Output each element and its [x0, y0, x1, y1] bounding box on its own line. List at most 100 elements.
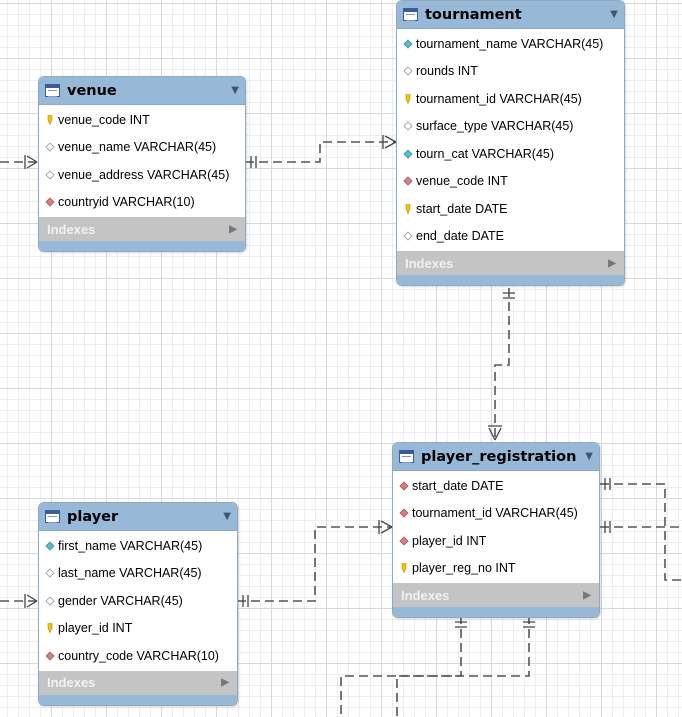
column-row[interactable]: start_date DATE [397, 195, 624, 223]
relationship-line-player-registration-right-1 [600, 483, 682, 581]
column-icon [403, 231, 413, 241]
table-header[interactable]: player ▼ [39, 503, 237, 531]
column-label: tournament_id VARCHAR(45) [416, 91, 582, 106]
column-row[interactable]: gender VARCHAR(45) [39, 587, 237, 615]
column-row[interactable]: player_id INT [393, 527, 599, 555]
column-label: venue_address VARCHAR(45) [58, 167, 230, 182]
column-row[interactable]: surface_type VARCHAR(45) [397, 113, 624, 141]
table-title: venue [67, 82, 117, 99]
foreign-key-icon [399, 481, 409, 491]
collapse-arrow-icon[interactable]: ▼ [610, 9, 618, 20]
relationship-line-player-player-registration [237, 526, 392, 602]
indexes-section[interactable]: Indexes ▶ [393, 583, 599, 607]
column-row[interactable]: tournament_id VARCHAR(45) [393, 500, 599, 528]
column-label: rounds INT [416, 64, 478, 79]
column-row[interactable]: venue_address VARCHAR(45) [39, 161, 245, 189]
column-label: gender VARCHAR(45) [58, 593, 183, 608]
column-icon [45, 596, 55, 606]
foreign-key-icon [45, 651, 55, 661]
column-label: end_date DATE [416, 229, 505, 244]
table-title: player [67, 508, 119, 525]
indexes-section[interactable]: Indexes ▶ [397, 251, 624, 275]
column-row[interactable]: start_date DATE [393, 472, 599, 500]
table-header[interactable]: venue ▼ [39, 77, 245, 105]
table-footer [39, 694, 237, 705]
table-player-registration[interactable]: player_registration ▼ start_date DATE tou… [392, 442, 600, 618]
relationship-line-tournament-player-registration [494, 288, 510, 440]
table-icon [45, 84, 60, 97]
foreign-key-icon [399, 508, 409, 518]
table-tournament[interactable]: tournament ▼ tournament_name VARCHAR(45)… [396, 0, 625, 286]
expand-arrow-icon[interactable]: ▶ [583, 590, 591, 601]
table-footer [397, 275, 624, 285]
expand-arrow-icon[interactable]: ▶ [229, 224, 237, 235]
column-row[interactable]: rounds INT [397, 58, 624, 86]
column-label: countryid VARCHAR(10) [58, 195, 195, 210]
not-null-column-icon [403, 149, 413, 159]
column-label: tournament_id VARCHAR(45) [412, 506, 578, 521]
indexes-label: Indexes [405, 255, 454, 271]
column-row[interactable]: tournament_id VARCHAR(45) [397, 85, 624, 113]
column-label: first_name VARCHAR(45) [58, 538, 203, 553]
column-list: start_date DATE tournament_id VARCHAR(45)… [393, 471, 599, 583]
collapse-arrow-icon[interactable]: ▼ [585, 451, 593, 462]
table-venue[interactable]: venue ▼ venue_code INT venue_name VARCHAR… [38, 76, 246, 252]
table-icon [45, 510, 60, 523]
primary-key-icon [403, 93, 413, 104]
expand-arrow-icon[interactable]: ▶ [221, 677, 229, 688]
column-icon [45, 568, 55, 578]
column-label: surface_type VARCHAR(45) [416, 119, 574, 134]
column-label: last_name VARCHAR(45) [58, 566, 202, 581]
column-label: player_reg_no INT [412, 561, 516, 576]
table-player[interactable]: player ▼ first_name VARCHAR(45) last_name… [38, 502, 238, 706]
expand-arrow-icon[interactable]: ▶ [608, 258, 616, 269]
column-row[interactable]: venue_code INT [397, 168, 624, 196]
column-label: country_code VARCHAR(10) [58, 648, 219, 663]
primary-key-icon [399, 563, 409, 574]
column-row[interactable]: first_name VARCHAR(45) [39, 532, 237, 560]
column-row[interactable]: player_id INT [39, 615, 237, 643]
column-row[interactable]: player_reg_no INT [393, 555, 599, 583]
column-label: venue_code INT [416, 174, 508, 189]
column-label: venue_code INT [58, 112, 150, 127]
collapse-arrow-icon[interactable]: ▼ [231, 85, 239, 96]
table-footer [393, 607, 599, 617]
column-list: venue_code INT venue_name VARCHAR(45) venu… [39, 105, 245, 217]
table-title: player_registration [421, 448, 577, 465]
column-icon [45, 170, 55, 180]
column-label: venue_name VARCHAR(45) [58, 140, 217, 155]
indexes-label: Indexes [47, 221, 96, 237]
column-row[interactable]: last_name VARCHAR(45) [39, 560, 237, 588]
column-label: player_id INT [58, 621, 133, 636]
column-row[interactable]: tourn_cat VARCHAR(45) [397, 140, 624, 168]
column-label: start_date DATE [412, 478, 504, 493]
column-row[interactable]: countryid VARCHAR(10) [39, 189, 245, 217]
indexes-label: Indexes [401, 587, 450, 603]
collapse-arrow-icon[interactable]: ▼ [223, 511, 231, 522]
foreign-key-icon [403, 176, 413, 186]
foreign-key-icon [45, 197, 55, 207]
column-row[interactable]: venue_code INT [39, 106, 245, 134]
column-label: tourn_cat VARCHAR(45) [416, 146, 555, 161]
relationship-line-player-registration-bottom-2 [396, 615, 530, 717]
table-title: tournament [425, 6, 522, 23]
indexes-section[interactable]: Indexes ▶ [39, 217, 245, 241]
column-row[interactable]: venue_name VARCHAR(45) [39, 134, 245, 162]
column-row[interactable]: tournament_name VARCHAR(45) [397, 30, 624, 58]
table-header[interactable]: player_registration ▼ [393, 443, 599, 471]
primary-key-icon [403, 203, 413, 214]
primary-key-icon [45, 623, 55, 634]
column-icon [403, 66, 413, 76]
column-label: start_date DATE [416, 201, 508, 216]
indexes-section[interactable]: Indexes ▶ [39, 670, 237, 695]
not-null-column-icon [403, 39, 413, 49]
column-label: tournament_name VARCHAR(45) [416, 36, 604, 51]
column-list: first_name VARCHAR(45) last_name VARCHAR(… [39, 531, 237, 671]
table-icon [403, 8, 418, 21]
column-row[interactable]: country_code VARCHAR(10) [39, 642, 237, 670]
column-icon [45, 142, 55, 152]
table-header[interactable]: tournament ▼ [397, 1, 624, 29]
column-icon [403, 121, 413, 131]
column-row[interactable]: end_date DATE [397, 223, 624, 251]
column-label: player_id INT [412, 533, 487, 548]
